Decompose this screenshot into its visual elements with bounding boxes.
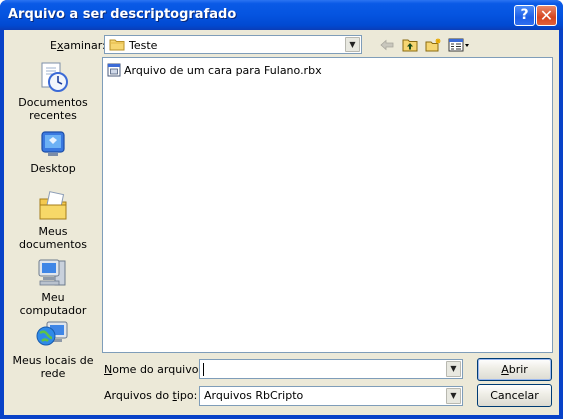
folder-icon bbox=[109, 39, 125, 51]
view-menu-icon[interactable] bbox=[448, 38, 470, 52]
recent-documents-icon bbox=[41, 62, 68, 92]
help-icon: ? bbox=[520, 7, 529, 23]
open-file-dialog: Arquivo a ser descriptografado ? ✕ Exami… bbox=[0, 0, 563, 419]
places-bar: Documentos recentes Desktop Meus documen… bbox=[8, 57, 98, 389]
network-places-icon bbox=[36, 321, 68, 346]
new-folder-icon[interactable] bbox=[425, 38, 442, 52]
place-recent-documents[interactable]: Documentos recentes bbox=[8, 60, 98, 122]
my-computer-icon bbox=[38, 259, 66, 286]
cancel-button[interactable]: Cancelar bbox=[477, 384, 552, 407]
dialog-body: Examinar: Teste ▼ Documentos recentes De… bbox=[4, 30, 559, 415]
window-title: Arquivo a ser descriptografado bbox=[8, 7, 237, 22]
my-documents-icon bbox=[39, 191, 67, 220]
file-type-label: Arquivos do tipo: bbox=[104, 389, 198, 402]
help-button[interactable]: ? bbox=[514, 5, 535, 26]
title-bar[interactable]: Arquivo a ser descriptografado ? ✕ bbox=[0, 0, 563, 30]
open-button[interactable]: Abrir bbox=[477, 358, 552, 381]
file-list[interactable]: Arquivo de um cara para Fulano.rbx bbox=[102, 57, 553, 353]
file-type-value: Arquivos RbCripto bbox=[204, 389, 304, 402]
look-in-label: Examinar: bbox=[50, 39, 106, 52]
chevron-down-icon[interactable]: ▼ bbox=[446, 361, 461, 377]
rbx-file-icon bbox=[107, 63, 121, 77]
chevron-down-icon[interactable]: ▼ bbox=[345, 37, 360, 52]
look-in-value: Teste bbox=[129, 39, 158, 52]
chevron-down-icon[interactable]: ▼ bbox=[446, 388, 461, 404]
place-network-places[interactable]: Meus locais de rede bbox=[8, 316, 98, 380]
place-my-computer[interactable]: Meu computador bbox=[8, 255, 98, 317]
place-desktop[interactable]: Desktop bbox=[8, 128, 98, 175]
close-icon: ✕ bbox=[539, 6, 554, 25]
back-arrow-icon[interactable] bbox=[380, 38, 394, 52]
place-my-documents[interactable]: Meus documentos bbox=[8, 189, 98, 251]
file-name-input[interactable]: ▼ bbox=[199, 359, 463, 379]
close-button[interactable]: ✕ bbox=[536, 5, 557, 26]
file-name: Arquivo de um cara para Fulano.rbx bbox=[124, 64, 322, 77]
file-type-dropdown[interactable]: Arquivos RbCripto ▼ bbox=[199, 386, 463, 406]
list-item[interactable]: Arquivo de um cara para Fulano.rbx bbox=[107, 63, 322, 77]
up-folder-icon[interactable] bbox=[402, 38, 418, 52]
text-caret bbox=[203, 363, 204, 376]
look-in-dropdown[interactable]: Teste ▼ bbox=[104, 35, 362, 54]
file-name-label: Nome do arquivo: bbox=[104, 363, 203, 376]
desktop-icon bbox=[41, 131, 65, 156]
